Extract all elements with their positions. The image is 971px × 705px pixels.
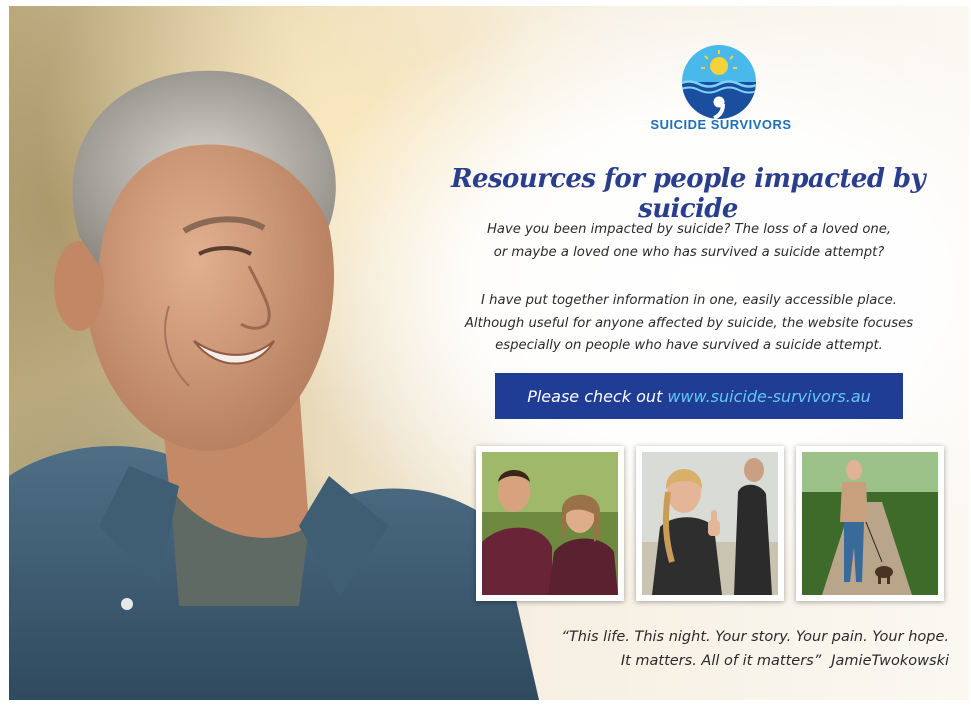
intro-line-1: Have you been impacted by suicide? The l… <box>486 222 892 237</box>
about-paragraph: I have put together information in one, … <box>439 290 939 358</box>
logo-name: SUICIDE SURVIVORS <box>650 117 792 132</box>
photo-couple <box>476 446 624 601</box>
page-title: Resources for people impacted by suicide <box>451 164 926 224</box>
photo-woman-walking-dog <box>796 446 944 601</box>
about-line-3: especially on people who have survived a… <box>495 338 883 353</box>
surfer-photo-image <box>642 452 778 595</box>
quote-line-2: It matters. All of it matters” <box>620 653 822 669</box>
website-url-link[interactable]: www.suicide-survivors.au <box>667 387 870 406</box>
flyer: SUICIDE SURVIVORS Resources for people i… <box>9 6 969 700</box>
about-line-2: Although useful for anyone affected by s… <box>464 315 914 331</box>
about-line-1: I have put together information in one, … <box>481 293 897 308</box>
quote-line-1: “This life. This night. Your story. Your… <box>561 629 949 645</box>
intro-paragraph: Have you been impacted by suicide? The l… <box>439 219 939 264</box>
intro-line-2: or maybe a loved one who has survived a … <box>493 244 885 260</box>
quote: “This life. This night. Your story. Your… <box>509 625 949 673</box>
cta-prefix: Please check out <box>527 386 663 406</box>
quote-author: JamieTwokowski <box>831 653 949 669</box>
walker-photo-image <box>802 452 938 595</box>
website-link-button[interactable]: Please check out www.suicide-survivors.a… <box>495 373 903 419</box>
couple-photo-image <box>482 452 618 595</box>
photo-surfer-thumbs-up <box>636 446 784 601</box>
